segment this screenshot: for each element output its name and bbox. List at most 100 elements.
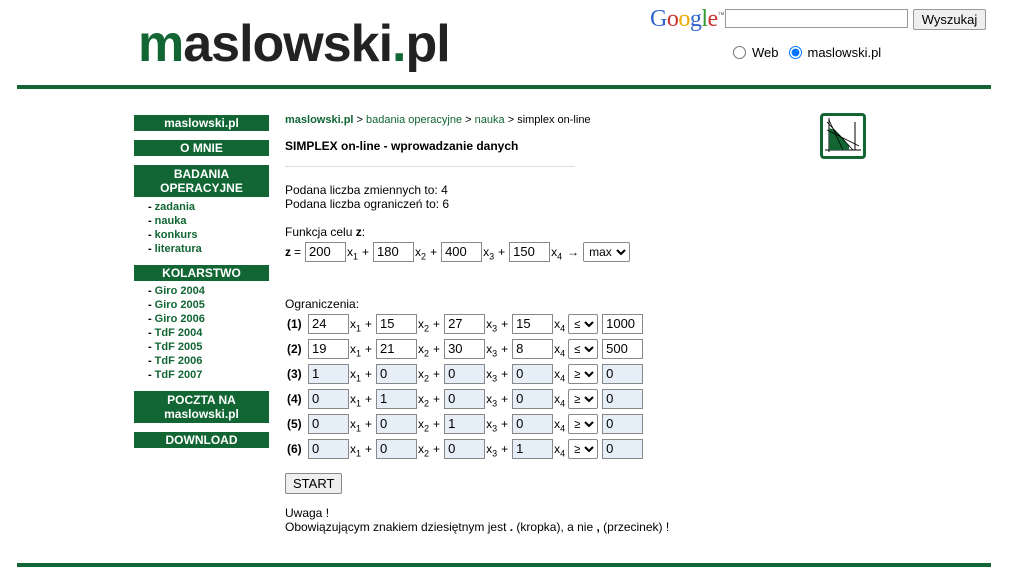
breadcrumb-sub[interactable]: nauka xyxy=(475,114,505,126)
constraint-sign-select[interactable]: ≤ xyxy=(568,338,599,359)
arrow-icon: → xyxy=(567,244,580,259)
variable-label: x1 xyxy=(347,245,359,262)
plus-sign: + xyxy=(365,366,373,381)
constraint-rhs-input[interactable] xyxy=(602,313,644,334)
constraint-sign-select[interactable]: ≥ xyxy=(568,413,599,434)
list-item[interactable]: - nauka xyxy=(148,214,269,228)
breadcrumb-current: simplex on-line xyxy=(517,114,591,126)
objective-coef-input[interactable] xyxy=(305,241,347,262)
constraint-coef-input[interactable] xyxy=(444,313,486,334)
header-divider xyxy=(17,85,991,89)
constraint-row: (4)x1+x2+x3+x4≥ xyxy=(285,386,805,411)
constraint-coef-input[interactable] xyxy=(376,338,418,359)
list-item[interactable]: - zadania xyxy=(148,200,269,214)
constraint-label: (2) xyxy=(287,341,302,356)
variable-label: x1 xyxy=(350,367,362,384)
start-button[interactable]: START xyxy=(285,473,343,494)
site-logo[interactable]: maslowski.pl xyxy=(138,14,451,74)
constraint-coef-input[interactable] xyxy=(308,338,349,359)
search-input[interactable] xyxy=(725,9,908,28)
constraint-coef-input[interactable] xyxy=(376,388,418,409)
variable-label: x2 xyxy=(418,417,430,434)
variable-label: x2 xyxy=(418,367,430,384)
constraint-coef-input[interactable] xyxy=(444,413,486,434)
list-item[interactable]: - TdF 2007 xyxy=(148,368,269,382)
radio-web[interactable] xyxy=(733,46,746,59)
constraint-coef-input[interactable] xyxy=(308,413,349,434)
list-item[interactable]: - TdF 2006 xyxy=(148,354,269,368)
constraint-rhs-input[interactable] xyxy=(602,413,644,434)
variable-label: x4 xyxy=(554,392,566,409)
breadcrumb-section[interactable]: badania operacyjne xyxy=(366,114,462,126)
constraint-coef-input[interactable] xyxy=(444,388,486,409)
sidebar-home[interactable]: maslowski.pl xyxy=(134,115,269,131)
constraint-coef-input[interactable] xyxy=(512,413,554,434)
constraint-sign-select[interactable]: ≤ xyxy=(568,313,599,334)
constraint-coef-input[interactable] xyxy=(444,363,486,384)
variable-label: x1 xyxy=(350,342,362,359)
sidebar-download[interactable]: DOWNLOAD xyxy=(134,432,269,448)
constraint-rhs-input[interactable] xyxy=(602,338,644,359)
list-item[interactable]: - Giro 2005 xyxy=(148,298,269,312)
constraint-coef-input[interactable] xyxy=(308,363,349,384)
search-button[interactable]: Wyszukaj xyxy=(913,9,986,30)
google-logo-letter: g xyxy=(689,6,702,32)
objective-coef-input[interactable] xyxy=(441,241,483,262)
constraint-coef-input[interactable] xyxy=(376,313,418,334)
variable-label: x4 xyxy=(554,342,566,359)
breadcrumb-sep: > xyxy=(507,114,515,126)
list-item[interactable]: - Giro 2006 xyxy=(148,312,269,326)
goal-select[interactable]: maxmin xyxy=(583,241,631,262)
constraint-rhs-input[interactable] xyxy=(602,388,644,409)
logo-dot: . xyxy=(392,15,406,73)
sidebar-mail[interactable]: POCZTA NA maslowski.pl xyxy=(134,391,269,423)
objective-coef-input[interactable] xyxy=(509,241,551,262)
list-item[interactable]: - TdF 2005 xyxy=(148,340,269,354)
radio-site[interactable] xyxy=(788,46,802,59)
constraint-sign-select[interactable]: ≥ xyxy=(568,438,599,459)
constraint-coef-input[interactable] xyxy=(376,363,418,384)
constraint-coef-input[interactable] xyxy=(444,338,486,359)
constraint-coef-input[interactable] xyxy=(308,438,349,459)
constraint-rhs-input[interactable] xyxy=(602,363,644,384)
constraint-coef-input[interactable] xyxy=(512,338,554,359)
constraint-coef-input[interactable] xyxy=(512,363,554,384)
sidebar-research[interactable]: BADANIA OPERACYJNE xyxy=(134,165,269,197)
sidebar-cycling[interactable]: KOLARSTWO xyxy=(134,265,269,281)
constraint-rhs-input[interactable] xyxy=(602,438,644,459)
list-item[interactable]: - literatura xyxy=(148,242,269,256)
constraint-coef-input[interactable] xyxy=(512,313,554,334)
plus-sign: + xyxy=(501,366,509,381)
plus-sign: + xyxy=(501,341,509,356)
google-logo-letter: G xyxy=(650,6,667,32)
radio-web-option[interactable]: Web xyxy=(733,45,779,60)
problem-info: Podana liczba zmiennych to: 4 Podana lic… xyxy=(285,183,805,211)
constraint-coef-input[interactable] xyxy=(512,388,554,409)
note-text: Obowiązującym znakiem dziesiętnym jest .… xyxy=(285,520,670,534)
constraint-row: (2)x1+x2+x3+x4≤ xyxy=(285,336,805,361)
objective-coef-input[interactable] xyxy=(373,241,415,262)
constraint-coef-input[interactable] xyxy=(308,388,349,409)
plus-sign: + xyxy=(433,441,441,456)
variable-label: x1 xyxy=(350,417,362,434)
google-logo-letter: o xyxy=(678,6,690,32)
breadcrumb-home[interactable]: maslowski.pl xyxy=(285,114,353,126)
list-item[interactable]: - TdF 2004 xyxy=(148,326,269,340)
list-item[interactable]: - Giro 2004 xyxy=(148,284,269,298)
constraint-label: (3) xyxy=(287,366,302,381)
plus-sign: + xyxy=(433,341,441,356)
radio-site-option[interactable]: maslowski.pl xyxy=(788,45,881,60)
constraint-sign-select[interactable]: ≥ xyxy=(568,388,599,409)
variable-label: x2 xyxy=(418,442,430,459)
breadcrumb-sep: > xyxy=(465,114,472,126)
constraint-coef-input[interactable] xyxy=(376,413,418,434)
constraint-coef-input[interactable] xyxy=(512,438,554,459)
list-item[interactable]: - konkurs xyxy=(148,228,269,242)
constraint-coef-input[interactable] xyxy=(376,438,418,459)
constraint-coef-input[interactable] xyxy=(444,438,486,459)
variable-label: x4 xyxy=(554,417,566,434)
sidebar-about[interactable]: O MNIE xyxy=(134,140,269,156)
constraint-sign-select[interactable]: ≥ xyxy=(568,363,599,384)
cycling-list: - Giro 2004 - Giro 2005 - Giro 2006 - TdF 20… xyxy=(148,284,269,382)
constraint-coef-input[interactable] xyxy=(308,313,349,334)
